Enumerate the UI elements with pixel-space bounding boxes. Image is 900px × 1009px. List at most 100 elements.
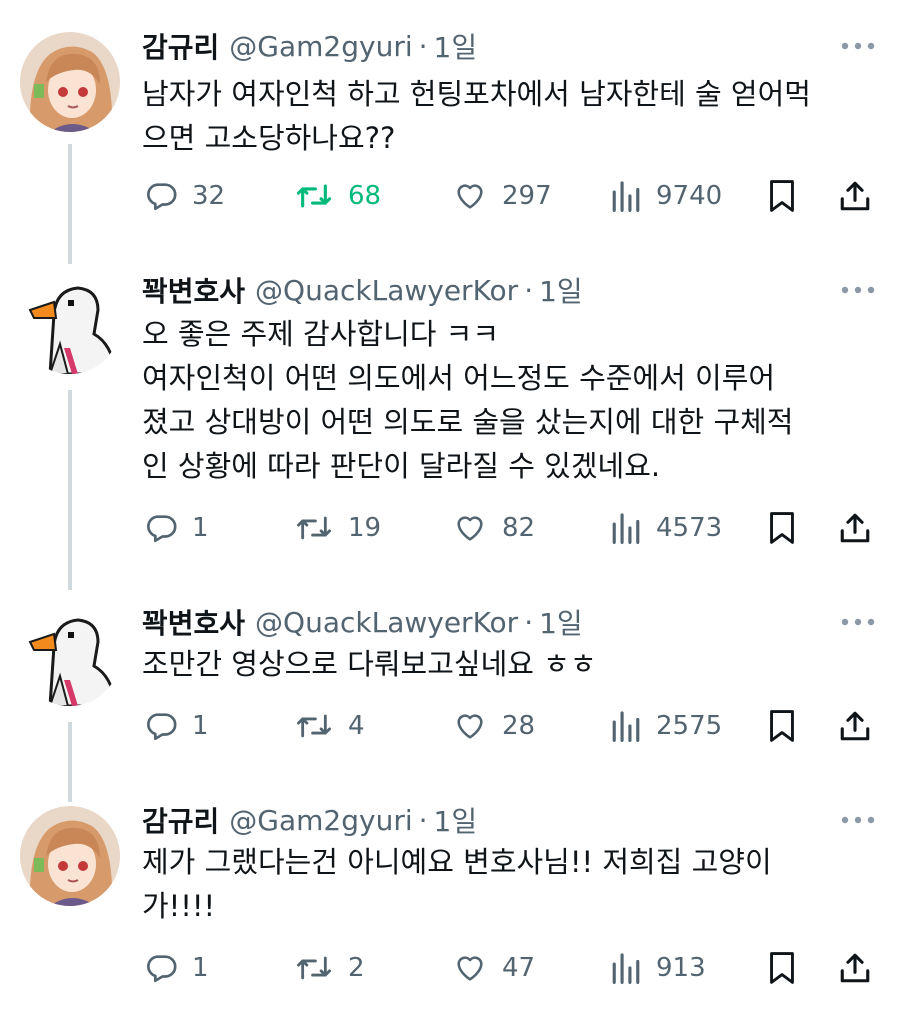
separator-dot: · xyxy=(524,605,534,639)
display-name[interactable]: 감규리 xyxy=(142,26,219,66)
reply-count: 1 xyxy=(192,513,209,543)
reply-icon xyxy=(147,713,177,741)
timestamp[interactable]: 1일 xyxy=(539,270,583,310)
more-options-button[interactable] xyxy=(838,274,878,306)
display-name[interactable]: 꽉변호사 xyxy=(142,602,245,642)
more-options-button[interactable] xyxy=(838,606,878,638)
bookmark-button[interactable] xyxy=(768,706,796,746)
display-name[interactable]: 감규리 xyxy=(142,800,219,840)
action-bar: 1 2 47 913 xyxy=(142,948,882,988)
user-handle[interactable]: @Gam2gyuri xyxy=(229,804,412,837)
reply-icon xyxy=(147,955,177,983)
timestamp[interactable]: 1일 xyxy=(434,26,478,66)
share-icon xyxy=(840,711,870,741)
share-button[interactable] xyxy=(838,948,872,988)
bookmark-icon xyxy=(770,512,794,544)
avatar[interactable] xyxy=(20,606,120,706)
views-button[interactable]: 2575 xyxy=(610,706,722,746)
reply-button[interactable]: 1 xyxy=(144,706,209,746)
reply-button[interactable]: 1 xyxy=(144,948,209,988)
bookmark-button[interactable] xyxy=(768,508,796,548)
views-button[interactable]: 9740 xyxy=(610,176,722,216)
separator-dot: · xyxy=(418,29,428,63)
tweet-text-line: 으면 고소당하나요?? xyxy=(142,121,396,155)
view-count: 4573 xyxy=(656,513,723,543)
anime-girl-avatar-icon xyxy=(20,32,120,132)
more-options-button[interactable] xyxy=(838,804,878,836)
display-name[interactable]: 꽉변호사 xyxy=(142,270,245,310)
tweet[interactable]: 꽉변호사 @QuackLawyerKor · 1일 조만간 영상으로 다뤄보고싶… xyxy=(0,602,900,762)
avatar[interactable] xyxy=(20,274,120,374)
retweet-button[interactable]: 19 xyxy=(294,508,381,548)
views-bars-icon xyxy=(612,513,640,544)
view-count: 913 xyxy=(656,953,706,983)
tweet-header: 감규리 @Gam2gyuri · 1일 xyxy=(142,800,477,840)
view-count: 9740 xyxy=(656,181,723,211)
pixel-duck-avatar-icon xyxy=(20,606,120,706)
separator-dot: · xyxy=(418,803,428,837)
bookmark-icon xyxy=(770,710,794,742)
like-button[interactable]: 28 xyxy=(452,706,535,746)
avatar[interactable] xyxy=(20,806,120,906)
share-button[interactable] xyxy=(838,706,872,746)
share-icon xyxy=(840,513,870,543)
like-button[interactable]: 82 xyxy=(452,508,535,548)
tweet-text-line: 오 좋은 주제 감사합니다 ㅋㅋ xyxy=(142,317,500,351)
tweet-text: 남자가 여자인척 하고 헌팅포차에서 남자한테 술 얻어먹 으면 고소당하나요?… xyxy=(142,72,882,160)
views-button[interactable]: 913 xyxy=(610,948,706,988)
retweet-button[interactable]: 4 xyxy=(294,706,365,746)
views-button[interactable]: 4573 xyxy=(610,508,722,548)
user-handle[interactable]: @QuackLawyerKor xyxy=(255,606,518,639)
tweet[interactable]: 감규리 @Gam2gyuri · 1일 남자가 여자인척 하고 헌팅포차에서 남… xyxy=(0,26,900,226)
reply-button[interactable]: 32 xyxy=(144,176,225,216)
retweet-button[interactable]: 2 xyxy=(294,948,365,988)
reply-button[interactable]: 1 xyxy=(144,508,209,548)
tweet-text-line: 졌고 상대방이 어떤 의도로 술을 샀는지에 대한 구체적 xyxy=(142,405,794,439)
like-button[interactable]: 297 xyxy=(452,176,552,216)
bookmark-icon xyxy=(770,952,794,984)
more-options-button[interactable] xyxy=(838,30,878,62)
tweet[interactable]: 꽉변호사 @QuackLawyerKor · 1일 오 좋은 주제 감사합니다 … xyxy=(0,270,900,570)
tweet[interactable]: 감규리 @Gam2gyuri · 1일 제가 그랬다는건 아니예요 변호사님!!… xyxy=(0,800,900,1000)
pixel-duck-avatar-icon xyxy=(20,274,120,374)
tweet-header: 꽉변호사 @QuackLawyerKor · 1일 xyxy=(142,270,583,310)
tweet-text-line: 인 상황에 따라 판단이 달라질 수 있겠네요. xyxy=(142,449,661,483)
like-count: 82 xyxy=(502,513,536,543)
share-button[interactable] xyxy=(838,176,872,216)
retweet-icon xyxy=(297,956,332,980)
bookmark-button[interactable] xyxy=(768,948,796,988)
action-bar: 1 4 28 2575 xyxy=(142,706,882,746)
share-icon xyxy=(840,953,870,983)
reply-count: 1 xyxy=(192,711,209,741)
more-dots-icon xyxy=(841,286,875,294)
more-dots-icon xyxy=(841,816,875,824)
avatar[interactable] xyxy=(20,32,120,132)
view-count: 2575 xyxy=(656,711,723,741)
retweet-count: 19 xyxy=(348,513,382,543)
tweet-text-line: 제가 그랬다는건 아니예요 변호사님!! 저희집 고양이 xyxy=(142,845,772,879)
timestamp[interactable]: 1일 xyxy=(434,800,478,840)
like-button[interactable]: 47 xyxy=(452,948,535,988)
like-heart-icon xyxy=(457,714,483,739)
user-handle[interactable]: @Gam2gyuri xyxy=(229,30,412,63)
bookmark-button[interactable] xyxy=(768,176,796,216)
like-heart-icon xyxy=(457,516,483,541)
more-dots-icon xyxy=(841,42,875,50)
like-count: 47 xyxy=(502,953,536,983)
action-bar: 32 68 297 9740 xyxy=(142,176,882,216)
share-button[interactable] xyxy=(838,508,872,548)
timestamp[interactable]: 1일 xyxy=(539,602,583,642)
tweet-text-line: 조만간 영상으로 다뤄보고싶네요 ㅎㅎ xyxy=(142,647,597,681)
share-icon xyxy=(840,181,870,211)
tweet-header: 꽉변호사 @QuackLawyerKor · 1일 xyxy=(142,602,583,642)
like-heart-icon xyxy=(457,956,483,981)
like-count: 297 xyxy=(502,181,552,211)
retweet-button[interactable]: 68 xyxy=(294,176,381,216)
reply-icon xyxy=(147,515,177,543)
user-handle[interactable]: @QuackLawyerKor xyxy=(255,274,518,307)
reply-icon xyxy=(147,183,177,211)
retweet-count: 4 xyxy=(348,711,365,741)
retweet-count: 2 xyxy=(348,953,365,983)
tweet-text-line: 남자가 여자인척 하고 헌팅포차에서 남자한테 술 얻어먹 xyxy=(142,77,811,111)
tweet-header: 감규리 @Gam2gyuri · 1일 xyxy=(142,26,477,66)
